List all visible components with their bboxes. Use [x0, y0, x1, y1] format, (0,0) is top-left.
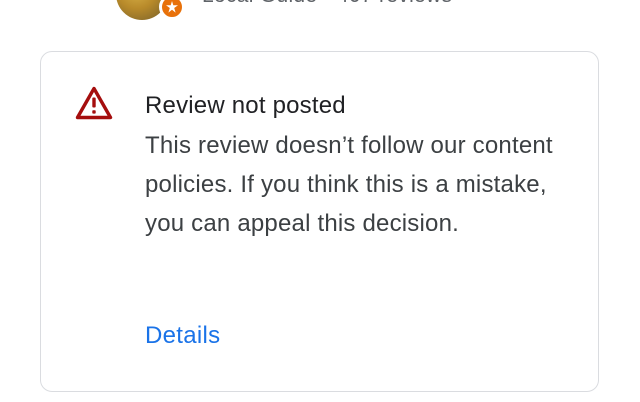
review-not-posted-card: Review not posted This review doesn’t fo…	[40, 51, 599, 392]
warning-icon	[75, 86, 113, 120]
notice-content: Review not posted This review doesn’t fo…	[145, 90, 578, 243]
local-guide-badge-icon	[159, 0, 185, 20]
notice-title: Review not posted	[145, 92, 346, 119]
details-link[interactable]: Details	[145, 320, 220, 352]
reviewer-row: Local Guide · 407 reviews	[0, 0, 640, 20]
notice-body: This review doesn’t follow our content p…	[145, 132, 553, 237]
reviewer-meta: Local Guide · 407 reviews	[202, 0, 452, 8]
